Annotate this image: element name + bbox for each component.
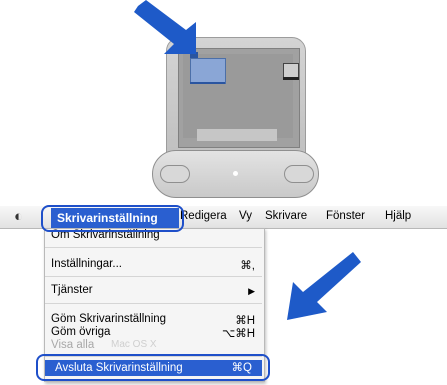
pointer-arrow-icon	[134, 0, 196, 54]
second-window-bar	[283, 77, 299, 80]
menu-item-label: Visa alla	[51, 339, 95, 351]
menu-separator	[45, 276, 262, 277]
menu-vy[interactable]: Vy	[239, 210, 252, 222]
menu-skrivare[interactable]: Skrivare	[265, 210, 307, 222]
submenu-chevron-icon: ▶	[248, 286, 255, 296]
menu-redigera[interactable]: Redigera	[180, 210, 227, 222]
imac-power-light	[233, 171, 238, 176]
apple-menu-icon[interactable]: ◐	[14, 208, 40, 228]
menu-item-label: Göm övriga	[51, 326, 111, 338]
menu-separator	[45, 247, 262, 248]
imac-speaker-left	[160, 165, 190, 183]
menu-item-show-all[interactable]: Visa alla Mac OS X	[51, 339, 257, 355]
menu-fonster[interactable]: Fönster	[326, 210, 365, 222]
imac-speaker-right	[284, 165, 314, 183]
printer-setup-window-thumbnail	[190, 58, 226, 84]
menu-item-preferences[interactable]: Inställningar... ⌘,	[51, 258, 257, 274]
shortcut-label: ⌘,	[240, 260, 255, 272]
menu-item-label: Tjänster	[51, 284, 93, 296]
menu-separator	[45, 303, 262, 304]
window-bar	[190, 82, 225, 84]
quit-item-highlight-box	[36, 354, 270, 381]
menu-item-label: Göm Skrivarinställning	[51, 313, 167, 325]
menu-item-label: Inställningar...	[51, 258, 122, 270]
menu-hjalp[interactable]: Hjälp	[385, 210, 411, 222]
second-window-thumbnail	[283, 63, 299, 78]
shortcut-label: ⌘H	[235, 315, 255, 327]
pointer-arrow-icon	[287, 252, 361, 320]
ghost-text: Mac OS X	[111, 339, 157, 350]
dock	[197, 129, 277, 141]
app-menu-highlight-box	[41, 205, 184, 232]
menu-item-services[interactable]: Tjänster ▶	[51, 284, 257, 300]
shortcut-label: ⌥⌘H	[221, 328, 255, 340]
